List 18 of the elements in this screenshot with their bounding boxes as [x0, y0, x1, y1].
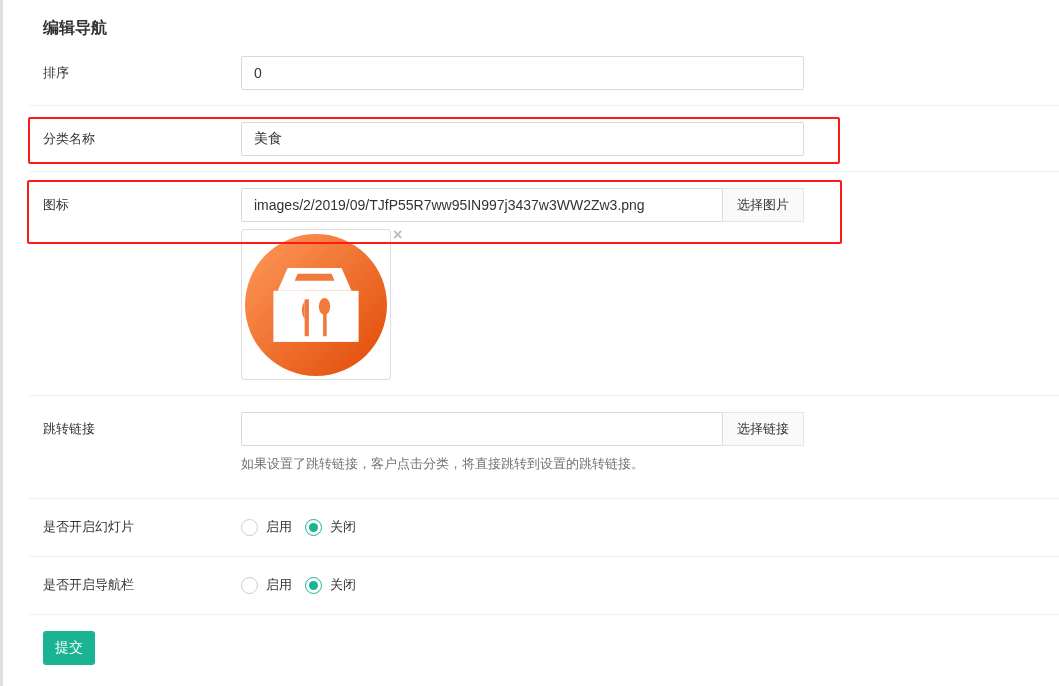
- text-input[interactable]: 0: [241, 56, 804, 90]
- help-text: 如果设置了跳转链接，客户点击分类，将直接跳转到设置的跳转链接。: [241, 455, 645, 473]
- text-input[interactable]: 美食: [241, 122, 804, 156]
- radio-label[interactable]: 关闭: [330, 575, 356, 595]
- form-title: 编辑导航: [43, 18, 107, 38]
- field-label: 分类名称: [43, 130, 96, 148]
- field-label: 排序: [43, 64, 70, 82]
- radio-label[interactable]: 启用: [266, 575, 292, 595]
- image-path-input[interactable]: images/2/2019/09/TJfP55R7ww95IN997j3437w3WW2Zw3.png: [241, 188, 723, 222]
- select-image-button[interactable]: 选择图片: [723, 188, 804, 222]
- radio-label[interactable]: 启用: [266, 517, 292, 537]
- field-label: 图标: [43, 196, 70, 214]
- link-input[interactable]: [241, 412, 723, 446]
- field-label: 是否开启导航栏: [43, 576, 135, 595]
- field-label: 跳转链接: [43, 420, 96, 438]
- radio-label[interactable]: 关闭: [330, 517, 356, 537]
- select-link-button[interactable]: 选择链接: [723, 412, 804, 446]
- field-label: 是否开启幻灯片: [43, 518, 135, 537]
